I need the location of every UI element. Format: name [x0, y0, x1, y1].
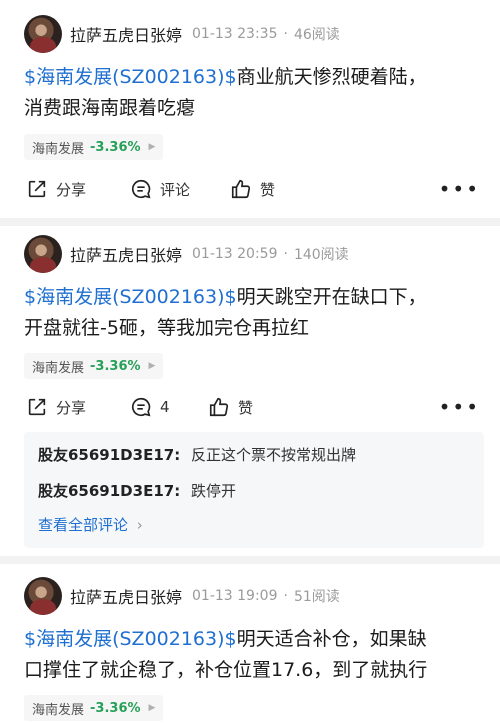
- comment-text: 跌停开: [190, 482, 236, 500]
- chevron-right-icon: ›: [136, 516, 143, 534]
- see-all-label: 查看全部评论: [38, 516, 129, 534]
- avatar[interactable]: [24, 235, 62, 273]
- more-icon[interactable]: •••: [439, 392, 480, 422]
- chevron-right-icon: ▶: [148, 361, 156, 371]
- tag-stock-name: 海南发展: [32, 702, 85, 718]
- read-count: 140阅读: [293, 247, 349, 263]
- share-label: 分享: [56, 398, 87, 417]
- comment-icon: [131, 397, 151, 417]
- post-card[interactable]: 拉萨五虎日张婷 01-13 20:59 · 140阅读 $海南发展(SZ0021…: [0, 226, 500, 556]
- post-text-line: 口撑住了就企稳了，补仓位置17.6，到了就执行: [24, 659, 428, 681]
- comment-count: 4: [160, 398, 170, 416]
- post-text: 商业航天惨烈硬着陆，: [236, 66, 427, 88]
- more-icon[interactable]: •••: [439, 174, 480, 204]
- post-body[interactable]: $海南发展(SZ002163)$商业航天惨烈硬着陆， 消费跟海南跟着吃瘪: [24, 62, 484, 124]
- chevron-right-icon: ▶: [148, 703, 156, 713]
- thumbs-up-icon: [231, 179, 251, 199]
- meta-dot: ·: [283, 26, 288, 42]
- author-name[interactable]: 拉萨五虎日张婷: [70, 22, 182, 46]
- read-count: 46阅读: [293, 27, 340, 43]
- avatar[interactable]: [24, 15, 62, 53]
- stock-tag[interactable]: 海南发展 -3.36% ▶: [24, 695, 164, 721]
- comment-icon: [131, 179, 151, 199]
- like-label: 赞: [260, 180, 276, 199]
- stock-link[interactable]: $海南发展(SZ002163)$: [24, 66, 237, 88]
- share-icon: [28, 398, 46, 416]
- avatar[interactable]: [24, 577, 62, 615]
- post-card[interactable]: 拉萨五虎日张婷 01-13 23:35 · 46阅读 $海南发展(SZ00216…: [0, 0, 500, 218]
- chevron-right-icon: ▶: [148, 142, 156, 152]
- post-body[interactable]: $海南发展(SZ002163)$明天适合补仓，如果缺 口撑住了就企稳了，补仓位置…: [24, 624, 484, 686]
- post-time: 01-13 19:09: [192, 588, 278, 604]
- stock-tag[interactable]: 海南发展 -3.36% ▶: [24, 353, 164, 379]
- tag-stock-name: 海南发展: [32, 141, 85, 157]
- meta-dot: ·: [283, 246, 288, 262]
- stock-link[interactable]: $海南发展(SZ002163)$: [24, 628, 237, 650]
- comment-item[interactable]: 股友65691D3E17: 跌停开: [38, 480, 236, 501]
- tag-change: -3.36%: [90, 700, 141, 716]
- author-name[interactable]: 拉萨五虎日张婷: [70, 242, 182, 266]
- comment-item[interactable]: 股友65691D3E17: 反正这个票不按常规出牌: [38, 444, 356, 465]
- post-body[interactable]: $海南发展(SZ002163)$明天跳空开在缺口下， 开盘就往-5砸，等我加完仓…: [24, 282, 484, 344]
- comment-button[interactable]: 评论: [130, 174, 190, 204]
- comment-label: 评论: [160, 180, 191, 199]
- thumbs-up-icon: [209, 397, 229, 417]
- post-time: 01-13 23:35: [192, 26, 278, 42]
- tag-stock-name: 海南发展: [32, 360, 85, 376]
- meta-dot: ·: [283, 588, 288, 604]
- share-label: 分享: [56, 180, 87, 199]
- share-icon: [28, 180, 46, 198]
- divider: [0, 556, 500, 564]
- see-all-comments-link[interactable]: 查看全部评论 ›: [38, 514, 143, 535]
- post-card[interactable]: 拉萨五虎日张婷 01-13 19:09 · 51阅读 $海南发展(SZ00216…: [0, 564, 500, 723]
- comment-user[interactable]: 股友65691D3E17:: [38, 482, 180, 500]
- comment-user[interactable]: 股友65691D3E17:: [38, 446, 180, 464]
- stock-tag[interactable]: 海南发展 -3.36% ▶: [24, 134, 164, 160]
- stock-link[interactable]: $海南发展(SZ002163)$: [24, 286, 237, 308]
- comment-text: 反正这个票不按常规出牌: [190, 446, 356, 464]
- post-time: 01-13 20:59: [192, 246, 278, 262]
- comments-preview[interactable]: 股友65691D3E17: 反正这个票不按常规出牌 股友65691D3E17: …: [24, 432, 484, 548]
- like-button[interactable]: 赞: [208, 392, 253, 422]
- read-count: 51阅读: [293, 589, 340, 605]
- post-text-line: 消费跟海南跟着吃瘪: [24, 97, 196, 119]
- tag-change: -3.36%: [90, 139, 141, 155]
- share-button[interactable]: 分享: [26, 392, 86, 422]
- post-text-line: 开盘就往-5砸，等我加完仓再拉红: [24, 317, 309, 339]
- share-button[interactable]: 分享: [26, 174, 86, 204]
- tag-change: -3.36%: [90, 358, 141, 374]
- author-name[interactable]: 拉萨五虎日张婷: [70, 584, 182, 608]
- like-button[interactable]: 赞: [230, 174, 275, 204]
- post-text: 明天适合补仓，如果缺: [236, 628, 427, 650]
- post-text: 明天跳空开在缺口下，: [236, 286, 427, 308]
- like-label: 赞: [238, 398, 254, 417]
- comment-button[interactable]: 4: [130, 392, 170, 422]
- divider: [0, 218, 500, 226]
